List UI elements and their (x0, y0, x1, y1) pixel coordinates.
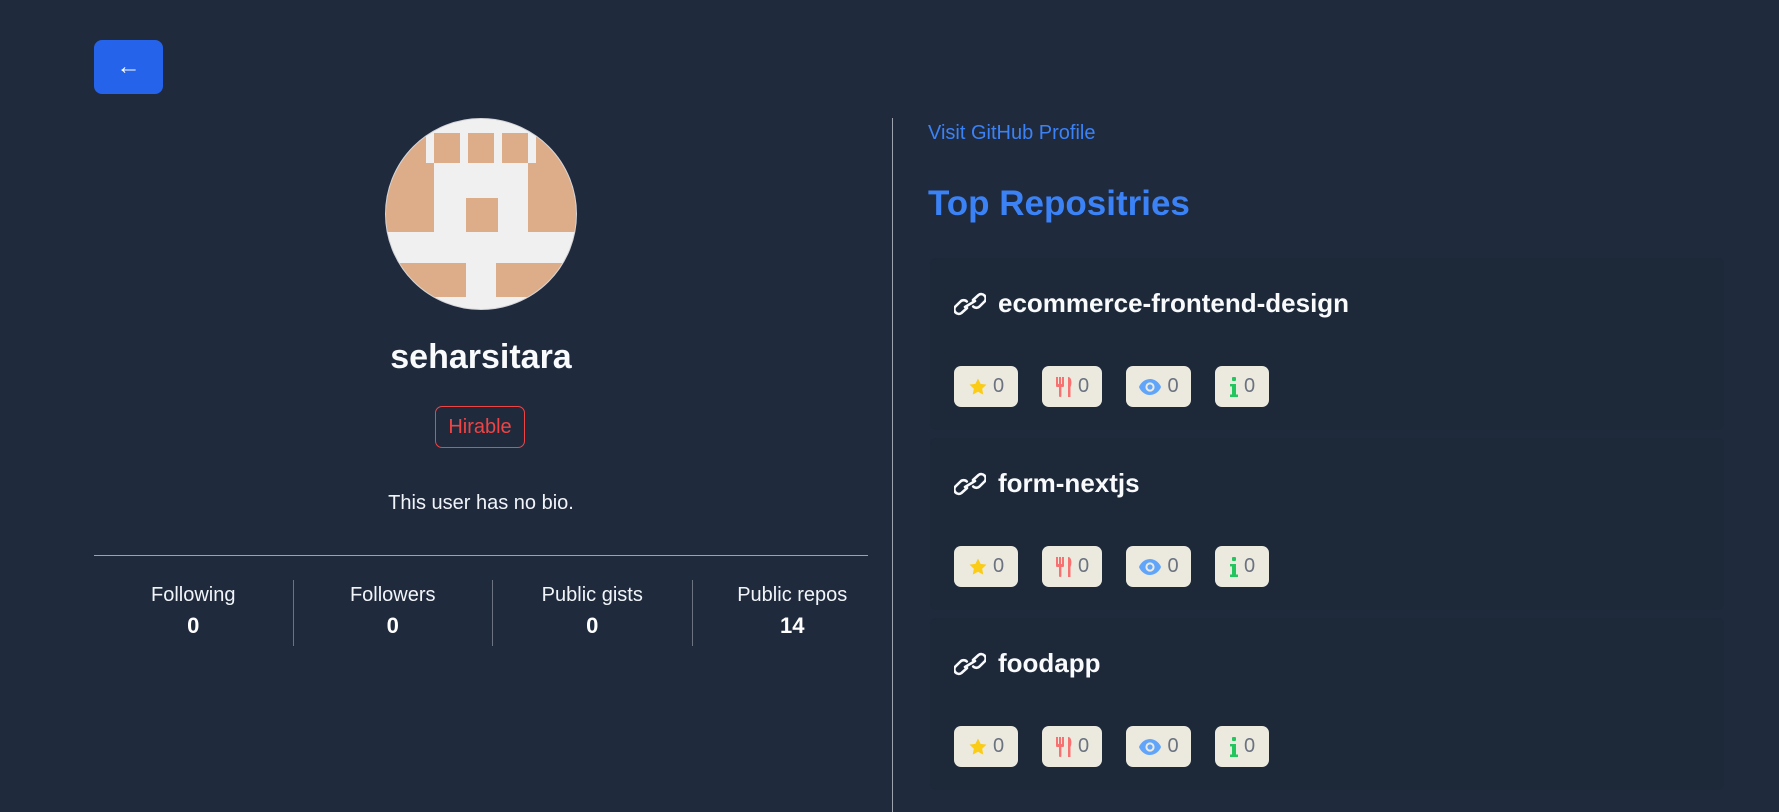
stat-value: 0 (586, 613, 599, 638)
column-divider (892, 118, 893, 812)
stat-value: 0 (187, 613, 200, 638)
back-button[interactable]: ← (94, 40, 163, 94)
repo-link[interactable]: form-nextjs (954, 468, 1140, 499)
stat-label: Public repos (737, 584, 848, 606)
repo-stats: 0 0 0 0 (954, 546, 1293, 587)
repo-link[interactable]: ecommerce-frontend-design (954, 288, 1349, 319)
repo-name: form-nextjs (998, 468, 1140, 498)
eye-icon (1138, 558, 1162, 576)
issues-badge: 0 (1215, 366, 1269, 407)
star-icon (968, 557, 988, 577)
info-icon (1229, 376, 1239, 398)
forks-count: 0 (1077, 375, 1090, 397)
stars-badge: 0 (954, 366, 1018, 407)
repo-name: foodapp (998, 648, 1101, 678)
username: seharsitara (390, 338, 572, 376)
issues-count: 0 (1243, 555, 1256, 577)
star-icon (968, 737, 988, 757)
watchers-count: 0 (1167, 375, 1179, 397)
repo-card: foodapp 0 0 0 0 (930, 618, 1724, 790)
section-title: Top Repositries (928, 184, 1190, 223)
link-icon (954, 292, 998, 316)
forks-count: 0 (1077, 555, 1090, 577)
watchers-count: 0 (1167, 555, 1179, 577)
repo-link[interactable]: foodapp (954, 648, 1101, 679)
profile-page: ← seharsitara Hirable This user has no b… (0, 0, 1779, 812)
stars-badge: 0 (954, 546, 1018, 587)
avatar (385, 118, 577, 310)
watchers-count: 0 (1167, 735, 1179, 757)
stars-count: 0 (992, 735, 1005, 757)
stat-value: 0 (386, 613, 399, 638)
user-bio: This user has no bio. (388, 492, 574, 514)
stat-value: 14 (780, 613, 805, 638)
info-icon (1229, 556, 1239, 578)
eye-icon (1138, 378, 1162, 396)
hirable-badge: Hirable (435, 406, 525, 448)
stat-label: Following (151, 584, 236, 606)
issues-badge: 0 (1215, 726, 1269, 767)
utensils-icon (1055, 376, 1073, 398)
watchers-badge: 0 (1126, 366, 1191, 407)
repo-stats: 0 0 0 0 (954, 726, 1293, 767)
stat-label: Followers (349, 584, 436, 606)
watchers-badge: 0 (1126, 726, 1191, 767)
stat-following: Following 0 (94, 580, 294, 646)
repo-card: form-nextjs 0 0 0 0 (930, 438, 1724, 610)
visit-github-profile-link[interactable]: Visit GitHub Profile (928, 122, 1095, 145)
stars-badge: 0 (954, 726, 1018, 767)
stat-public-gists: Public gists 0 (493, 580, 693, 646)
divider (94, 555, 868, 556)
repo-name: ecommerce-frontend-design (998, 288, 1350, 318)
forks-count: 0 (1077, 735, 1090, 757)
utensils-icon (1055, 556, 1073, 578)
eye-icon (1138, 738, 1162, 756)
stars-count: 0 (992, 555, 1005, 577)
forks-badge: 0 (1042, 366, 1102, 407)
issues-count: 0 (1243, 735, 1256, 757)
stars-count: 0 (992, 375, 1005, 397)
link-icon (954, 652, 998, 676)
forks-badge: 0 (1042, 546, 1102, 587)
info-icon (1229, 736, 1239, 758)
issues-count: 0 (1243, 375, 1256, 397)
link-icon (954, 472, 998, 496)
stat-label: Public gists (541, 584, 643, 606)
stat-followers: Followers 0 (294, 580, 493, 646)
repo-stats: 0 0 0 0 (954, 366, 1293, 407)
utensils-icon (1055, 736, 1073, 758)
issues-badge: 0 (1215, 546, 1269, 587)
star-icon (968, 377, 988, 397)
stat-public-repos: Public repos 14 (693, 580, 893, 646)
watchers-badge: 0 (1126, 546, 1191, 587)
forks-badge: 0 (1042, 726, 1102, 767)
repo-card: ecommerce-frontend-design 0 0 0 0 (930, 258, 1724, 430)
stats-row: Following 0 Followers 0 Public gists 0 P… (94, 580, 892, 646)
